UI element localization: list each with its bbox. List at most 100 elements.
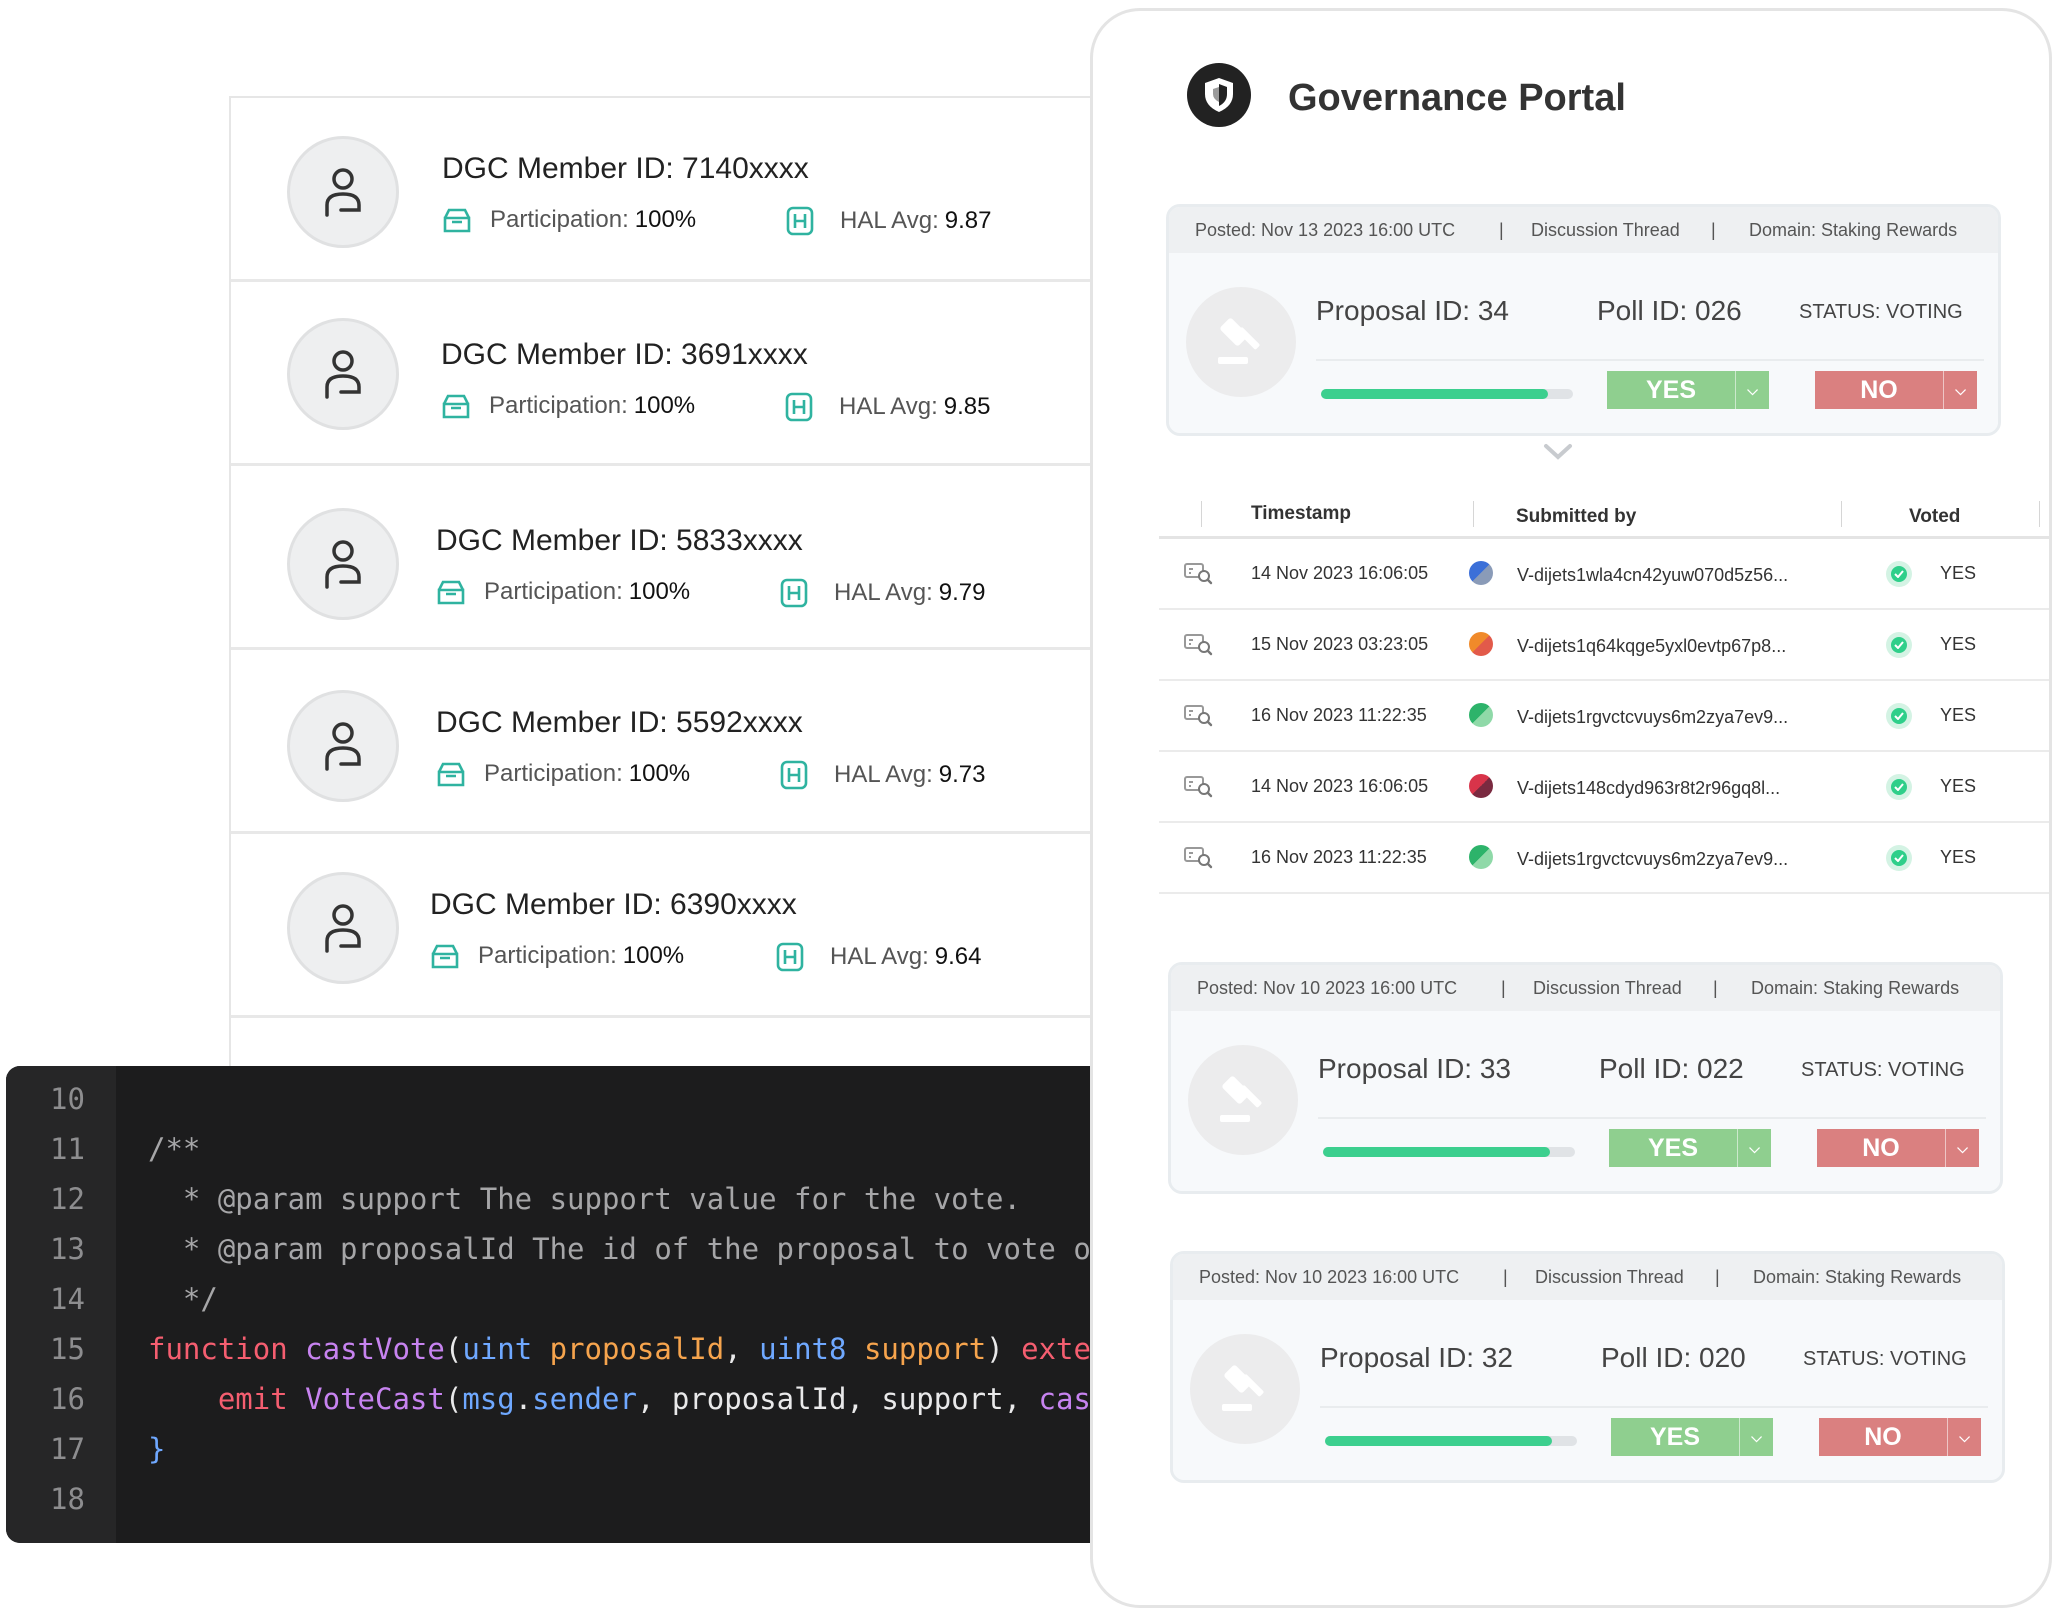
member-id-title: DGC Member ID: 6390xxxx: [430, 888, 797, 921]
chevron-down-icon[interactable]: ⌵: [1739, 1418, 1773, 1456]
discussion-thread-link[interactable]: Discussion Thread: [1535, 1267, 1684, 1288]
code-token: uint: [462, 1332, 533, 1366]
line-number: 10: [50, 1082, 85, 1116]
proposal-card[interactable]: Posted: Nov 10 2023 16:00 UTC | Discussion…: [1168, 962, 2003, 1194]
check-circle-icon: [1886, 632, 1912, 658]
member-card[interactable]: DGC Member ID: 6390xxxx Participation: 10…: [231, 834, 1101, 1018]
search-log-icon[interactable]: [1183, 774, 1213, 803]
chevron-down-icon[interactable]: [1543, 443, 1573, 466]
search-log-icon[interactable]: [1183, 632, 1213, 661]
line-number: 17: [50, 1432, 85, 1466]
user-icon: [287, 690, 399, 802]
chevron-down-icon[interactable]: ⌵: [1943, 371, 1977, 409]
table-row[interactable]: 15 Nov 2023 03:23:05 V-dijets1q64kqge5yxl…: [1159, 610, 2049, 681]
vote-no-button[interactable]: NO ⌵: [1815, 371, 1977, 409]
member-card[interactable]: DGC Member ID: 5592xxxx Participation: 10…: [231, 650, 1101, 834]
participation-stat: Participation: 100%: [441, 392, 695, 420]
proposal-id: Proposal ID: 34: [1316, 295, 1509, 326]
vote-yes-button[interactable]: YES ⌵: [1607, 371, 1769, 409]
code-text: emit VoteCast(msg.sender, proposalId, su…: [148, 1374, 1091, 1424]
vote-value: YES: [1940, 776, 1977, 796]
chevron-down-icon[interactable]: ⌵: [1945, 1129, 1979, 1167]
submitter-address[interactable]: V-dijets1rgvctcvuys6m2zya7ev9...: [1517, 707, 1788, 728]
status-badge: STATUS: VOTING: [1801, 1059, 1965, 1081]
code-editor[interactable]: 10 11 /** 12 * @param support The support v…: [6, 1066, 1106, 1543]
code-line: 13 * @param proposalId The id of the pro…: [6, 1224, 1106, 1274]
search-log-icon[interactable]: [1183, 561, 1213, 590]
col-voted: Voted: [1909, 506, 1961, 527]
vote-timestamp: 16 Nov 2023 11:22:35: [1251, 847, 1427, 867]
search-log-icon[interactable]: [1183, 703, 1213, 732]
user-icon: [287, 508, 399, 620]
submitter-avatar: [1469, 703, 1493, 727]
col-timestamp: Timestamp: [1251, 503, 1351, 524]
member-card[interactable]: DGC Member ID: 3691xxxx Participation: 10…: [231, 282, 1101, 466]
code-token: castVote: [305, 1332, 445, 1366]
proposal-domain: Domain: Staking Rewards: [1753, 1266, 1962, 1287]
submitter-address[interactable]: V-dijets1wla4cn42yuw070d5z56...: [1517, 565, 1788, 586]
code-token: VoteCast: [305, 1382, 445, 1416]
code-token: }: [148, 1432, 166, 1466]
vote-yes-button[interactable]: YES ⌵: [1609, 1129, 1771, 1167]
vote-timestamp: 15 Nov 2023 03:23:05: [1251, 634, 1429, 654]
hal-avg-value: 9.64: [934, 943, 982, 970]
check-circle-icon: [1886, 845, 1912, 871]
code-line: 10: [6, 1074, 1106, 1124]
vote-no-button[interactable]: NO ⌵: [1819, 1418, 1981, 1456]
participation-stat: Participation: 100%: [442, 206, 696, 234]
poll-id: Poll ID: 022: [1599, 1053, 1744, 1084]
chevron-down-icon[interactable]: ⌵: [1735, 371, 1769, 409]
proposal-card[interactable]: Posted: Nov 13 2023 16:00 UTC | Discussion…: [1166, 204, 2001, 436]
search-log-icon[interactable]: [1183, 845, 1213, 874]
hal-avg-value: 9.73: [938, 761, 986, 788]
code-token: emit: [148, 1382, 288, 1416]
code-line: 16 emit VoteCast(msg.sender, proposalId,…: [6, 1374, 1106, 1424]
meta-separator: |: [1499, 219, 1504, 240]
chevron-down-icon[interactable]: ⌵: [1737, 1129, 1771, 1167]
member-id-title: DGC Member ID: 5592xxxx: [436, 706, 803, 739]
code-line: 18: [6, 1474, 1106, 1524]
check-circle-icon: [1886, 561, 1912, 587]
table-row[interactable]: 14 Nov 2023 16:06:05 V-dijets1wla4cn42yuw…: [1159, 539, 2049, 610]
ballot-box-icon: [430, 942, 460, 970]
proposal-card[interactable]: Posted: Nov 10 2023 16:00 UTC | Discussion…: [1170, 1251, 2005, 1483]
governance-portal: Governance Portal Posted: Nov 13 2023 16…: [1090, 8, 2052, 1608]
proposal-id: Proposal ID: 32: [1320, 1342, 1513, 1373]
code-token: * @param support The support value for t…: [148, 1182, 1021, 1216]
user-icon: [287, 136, 399, 248]
discussion-thread-link[interactable]: Discussion Thread: [1531, 220, 1680, 241]
shield-icon: [1187, 63, 1251, 127]
hal-badge-icon: [786, 206, 814, 236]
member-card[interactable]: DGC Member ID: 7140xxxx Participation: 10…: [231, 98, 1101, 282]
vote-yes-button[interactable]: YES ⌵: [1611, 1418, 1773, 1456]
code-token: support: [863, 1332, 987, 1366]
submitter-address[interactable]: V-dijets148cdyd963r8t2r96gq8l...: [1517, 778, 1780, 799]
proposal-domain: Domain: Staking Rewards: [1749, 219, 1958, 240]
vote-timestamp: 16 Nov 2023 11:22:35: [1251, 705, 1427, 725]
code-line: 11 /**: [6, 1124, 1106, 1174]
hal-badge-icon: [785, 392, 813, 422]
submitter-address[interactable]: V-dijets1q64kqge5yxl0evtp67p8...: [1517, 636, 1786, 657]
code-token: cas: [1038, 1382, 1091, 1416]
code-token: */: [148, 1282, 218, 1316]
participation-stat: Participation: 100%: [436, 578, 690, 606]
posted-date: Posted: Nov 13 2023 16:00 UTC: [1195, 219, 1456, 240]
submitter-address[interactable]: V-dijets1rgvctcvuys6m2zya7ev9...: [1517, 849, 1788, 870]
status-badge: STATUS: VOTING: [1799, 301, 1963, 323]
chevron-down-icon[interactable]: ⌵: [1947, 1418, 1981, 1456]
vote-no-button[interactable]: NO ⌵: [1817, 1129, 1979, 1167]
vote-timestamp: 14 Nov 2023 16:06:05: [1251, 776, 1429, 796]
participation-stat: Participation: 100%: [436, 760, 690, 788]
member-card[interactable]: DGC Member ID: 5833xxxx Participation: 10…: [231, 466, 1101, 650]
table-row[interactable]: 16 Nov 2023 11:22:35 V-dijets1rgvctcvuys6…: [1159, 823, 2049, 894]
user-icon: [287, 872, 399, 984]
table-row[interactable]: 14 Nov 2023 16:06:05 V-dijets148cdyd963r8…: [1159, 752, 2049, 823]
member-list: DGC Member ID: 7140xxxx Participation: 10…: [229, 96, 1101, 1106]
table-row[interactable]: 16 Nov 2023 11:22:35 V-dijets1rgvctcvuys6…: [1159, 681, 2049, 752]
participation-value: 100%: [628, 578, 691, 605]
posted-date: Posted: Nov 10 2023 16:00 UTC: [1199, 1266, 1460, 1287]
code-token: /**: [148, 1132, 201, 1166]
hal-avg-stat: HAL Avg: 9.64: [776, 942, 981, 972]
discussion-thread-link[interactable]: Discussion Thread: [1533, 978, 1682, 999]
gavel-icon: [1186, 287, 1296, 397]
